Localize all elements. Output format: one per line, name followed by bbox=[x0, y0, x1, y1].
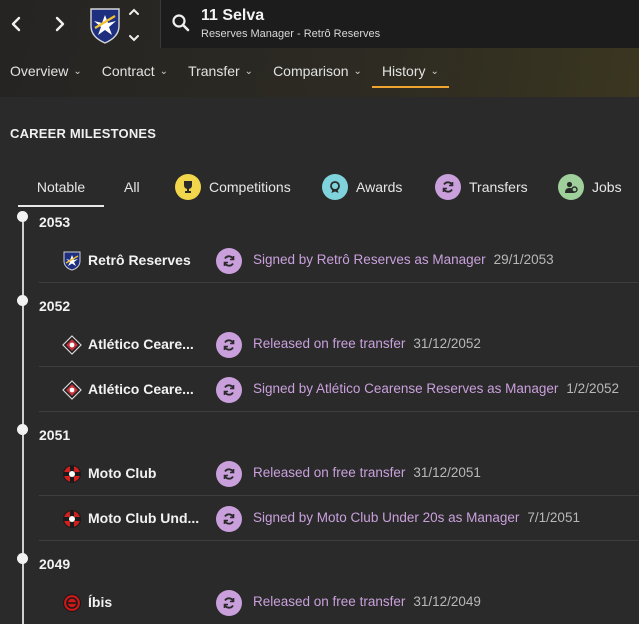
club-name[interactable]: Moto Club Und... bbox=[88, 510, 200, 526]
chevron-left-icon bbox=[11, 16, 21, 32]
medal-icon bbox=[322, 174, 348, 200]
milestone-text: Released on free transfer 31/12/2049 bbox=[253, 594, 481, 609]
tab-label: History bbox=[381, 63, 426, 79]
timeline-dot bbox=[17, 424, 28, 435]
chevron-down-icon bbox=[129, 35, 139, 42]
milestone-date: 31/12/2049 bbox=[413, 594, 481, 609]
chevron-up-icon bbox=[129, 8, 139, 15]
club-crest-icon[interactable] bbox=[88, 6, 122, 44]
filter-competitions[interactable]: Competitions bbox=[175, 168, 291, 206]
milestone-description: Released on free transfer bbox=[253, 465, 406, 480]
transfer-icon bbox=[216, 590, 242, 616]
section-title: CAREER MILESTONES bbox=[10, 126, 157, 141]
filter-all[interactable]: All bbox=[124, 168, 140, 206]
milestone-description: Signed by Moto Club Under 20s as Manager bbox=[253, 510, 520, 525]
milestone-text: Released on free transfer 31/12/2051 bbox=[253, 465, 481, 480]
timeline-dot bbox=[17, 553, 28, 564]
person-name: 11 Selva bbox=[201, 7, 265, 24]
milestone-date: 29/1/2053 bbox=[493, 252, 554, 267]
timeline-dot bbox=[17, 211, 28, 222]
milestone-filters: Notable All Competitions Awards Transfer… bbox=[18, 168, 639, 208]
tab-contract[interactable]: Contract ⌄ bbox=[92, 54, 178, 88]
filter-jobs[interactable]: Jobs bbox=[558, 168, 622, 206]
filter-label: Notable bbox=[36, 179, 86, 195]
club-name[interactable]: Moto Club bbox=[88, 465, 200, 481]
transfer-icon bbox=[216, 332, 242, 358]
milestone-description: Signed by Atlético Cearense Reserves as … bbox=[253, 381, 559, 396]
search-icon bbox=[172, 14, 190, 32]
timeline-dot bbox=[17, 295, 28, 306]
jobs-icon bbox=[558, 174, 584, 200]
transfer-icon bbox=[216, 377, 242, 403]
atletico-crest-icon bbox=[61, 334, 83, 356]
chevron-down-icon: ⌄ bbox=[430, 66, 439, 77]
milestone-date: 7/1/2051 bbox=[527, 510, 580, 525]
club-name[interactable]: Retrô Reserves bbox=[88, 252, 200, 268]
tab-label: Contract bbox=[101, 63, 155, 79]
club-name[interactable]: Atlético Ceare... bbox=[88, 381, 200, 397]
ibis-crest-icon bbox=[61, 592, 83, 614]
trophy-icon bbox=[175, 174, 201, 200]
atletico-crest-icon bbox=[61, 379, 83, 401]
forward-button[interactable] bbox=[46, 10, 74, 38]
filter-awards[interactable]: Awards bbox=[322, 168, 402, 206]
milestone-row[interactable]: Atlético Ceare... Released on free trans… bbox=[39, 322, 639, 367]
year-label: 2052 bbox=[39, 298, 71, 314]
transfer-icon bbox=[216, 248, 242, 274]
milestone-date: 31/12/2051 bbox=[413, 465, 481, 480]
milestone-row[interactable]: Íbis Released on free transfer 31/12/2049 bbox=[39, 580, 639, 624]
transfer-icon bbox=[216, 506, 242, 532]
tab-transfer[interactable]: Transfer ⌄ bbox=[178, 54, 263, 88]
chevron-down-icon: ⌄ bbox=[244, 66, 254, 77]
moto-club-crest-icon bbox=[61, 508, 83, 530]
filter-transfers[interactable]: Transfers bbox=[435, 168, 528, 206]
milestone-text: Released on free transfer 31/12/2052 bbox=[253, 336, 481, 351]
filter-label: Jobs bbox=[592, 179, 622, 195]
club-switcher[interactable] bbox=[127, 8, 141, 42]
profile-tabs: Overview ⌄ Contract ⌄ Transfer ⌄ Comparison… bbox=[0, 54, 449, 90]
tab-overview[interactable]: Overview ⌄ bbox=[0, 54, 92, 88]
year-label: 2053 bbox=[39, 214, 71, 230]
milestone-row[interactable]: Retrô Reserves Signed by Retrô Reserves … bbox=[39, 238, 639, 283]
transfer-icon bbox=[216, 461, 242, 487]
back-button[interactable] bbox=[2, 10, 30, 38]
club-name[interactable]: Íbis bbox=[88, 594, 200, 610]
top-bar: 11 Selva Reserves Manager - Retrô Reserv… bbox=[0, 0, 639, 97]
transfer-icon bbox=[435, 174, 461, 200]
filter-label: All bbox=[124, 179, 140, 195]
moto-club-crest-icon bbox=[61, 463, 83, 485]
filter-label: Awards bbox=[356, 179, 403, 195]
milestone-description: Released on free transfer bbox=[253, 594, 406, 609]
milestone-text: Signed by Atlético Cearense Reserves as … bbox=[253, 381, 619, 396]
filter-label: Transfers bbox=[469, 179, 528, 195]
milestone-date: 31/12/2052 bbox=[413, 336, 481, 351]
milestone-row[interactable]: Moto Club Und... Signed by Moto Club Und… bbox=[39, 496, 639, 541]
milestone-row[interactable]: Atlético Ceare... Signed by Atlético Cea… bbox=[39, 367, 639, 412]
filter-label: Competitions bbox=[209, 179, 291, 195]
milestone-description: Signed by Retrô Reserves as Manager bbox=[253, 252, 486, 267]
tab-label: Overview bbox=[10, 63, 69, 79]
tab-label: Transfer bbox=[188, 63, 240, 79]
milestone-text: Signed by Moto Club Under 20s as Manager… bbox=[253, 510, 580, 525]
profile-search[interactable]: 11 Selva Reserves Manager - Retrô Reserv… bbox=[160, 0, 639, 48]
milestone-text: Signed by Retrô Reserves as Manager 29/1/… bbox=[253, 252, 554, 267]
tab-comparison[interactable]: Comparison ⌄ bbox=[263, 54, 372, 88]
tab-history[interactable]: History ⌄ bbox=[371, 54, 449, 88]
tab-label: Comparison bbox=[273, 63, 349, 79]
chevron-down-icon: ⌄ bbox=[159, 66, 169, 77]
chevron-right-icon bbox=[55, 16, 65, 32]
year-label: 2051 bbox=[39, 427, 71, 443]
club-name[interactable]: Atlético Ceare... bbox=[88, 336, 200, 352]
retro-crest-icon bbox=[61, 250, 83, 272]
chevron-down-icon: ⌄ bbox=[353, 66, 362, 77]
milestone-date: 1/2/2052 bbox=[566, 381, 619, 396]
year-label: 2049 bbox=[39, 556, 71, 572]
person-role: Reserves Manager - Retrô Reserves bbox=[201, 28, 381, 40]
chevron-down-icon: ⌄ bbox=[73, 66, 82, 77]
milestone-row[interactable]: Moto Club Released on free transfer 31/12… bbox=[39, 451, 639, 496]
filter-notable[interactable]: Notable bbox=[18, 168, 104, 207]
milestone-description: Released on free transfer bbox=[253, 336, 406, 351]
